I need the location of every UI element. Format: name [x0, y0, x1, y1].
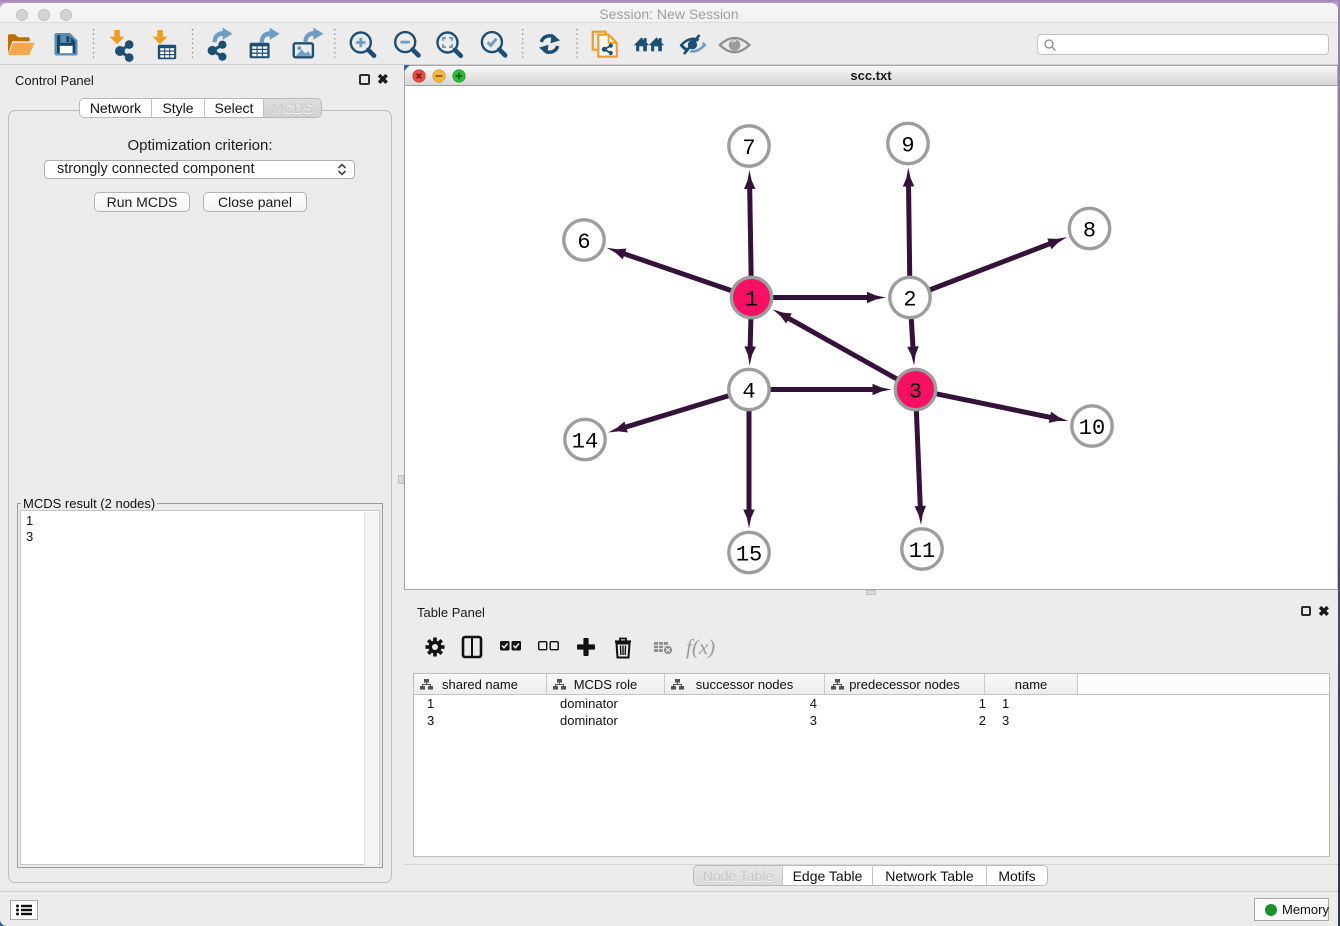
svg-text:7: 7 — [742, 136, 755, 161]
svg-text:6: 6 — [577, 230, 590, 255]
svg-text:10: 10 — [1079, 416, 1105, 441]
svg-text:15: 15 — [736, 543, 762, 568]
svg-text:11: 11 — [909, 539, 935, 564]
svg-text:14: 14 — [572, 430, 598, 455]
svg-text:9: 9 — [901, 134, 914, 159]
svg-text:8: 8 — [1083, 219, 1096, 244]
svg-text:3: 3 — [909, 380, 922, 405]
svg-text:1: 1 — [745, 288, 758, 313]
svg-text:2: 2 — [903, 288, 916, 313]
svg-text:4: 4 — [742, 380, 755, 405]
svg-text:f(x): f(x) — [686, 635, 715, 659]
